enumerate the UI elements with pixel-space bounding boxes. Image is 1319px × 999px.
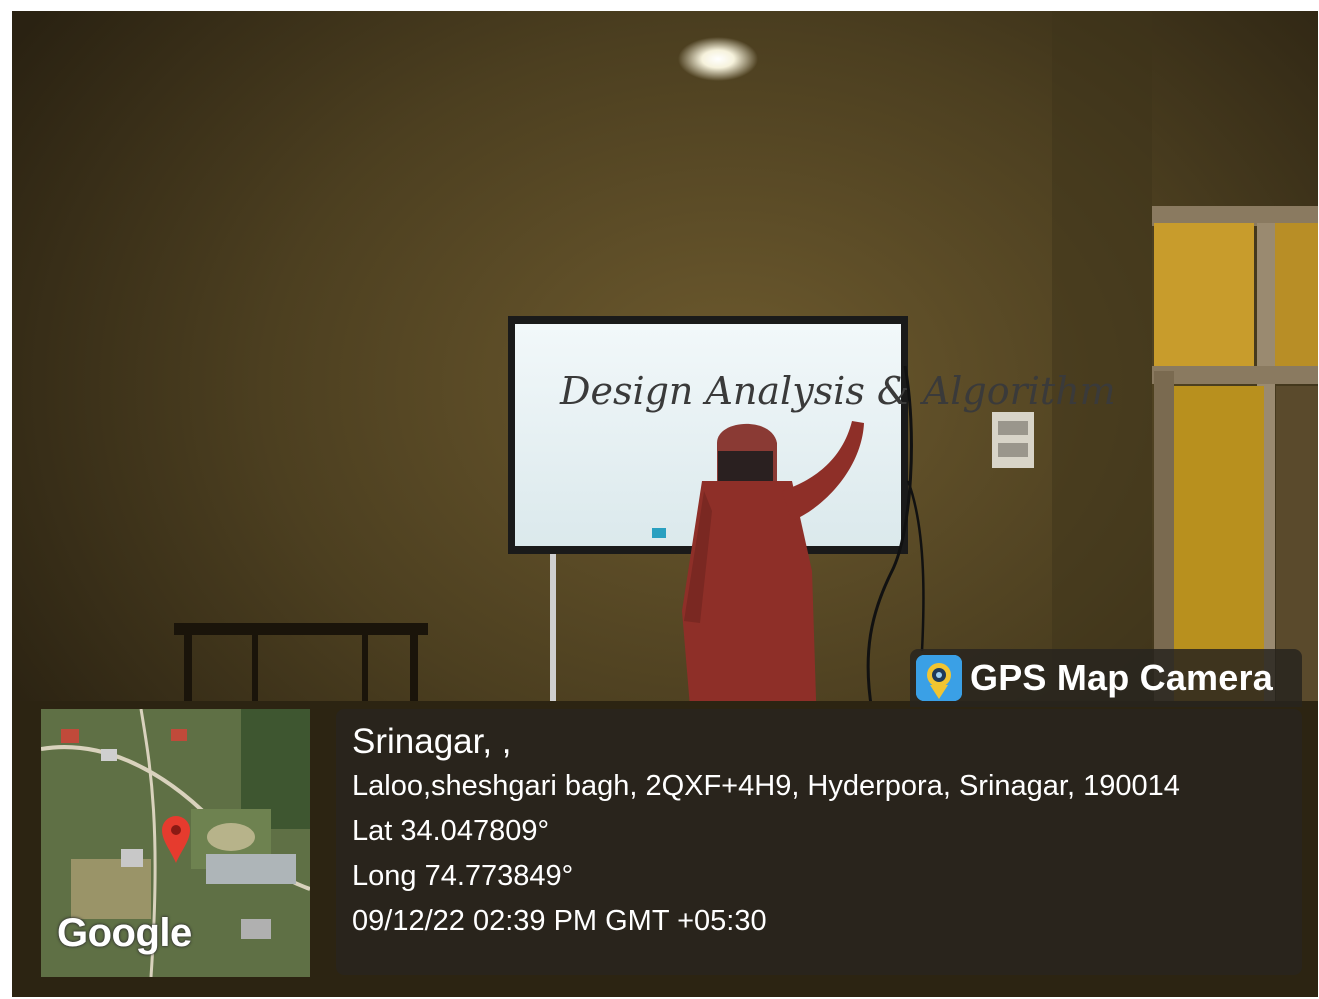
location-info: Srinagar, , Laloo,sheshgari bagh, 2QXF+4…	[352, 719, 1180, 944]
toolbar-pen	[652, 528, 666, 538]
door-frame-rail	[1152, 366, 1318, 384]
longitude-label: Long 74.773849°	[352, 860, 574, 892]
latitude-label: Lat 34.047809°	[352, 815, 550, 847]
map-pin-icon	[162, 816, 190, 863]
whiteboard-text: Design Analysis & Algorithm	[559, 369, 1116, 413]
window-pane-2	[1274, 223, 1318, 368]
camera-app-icon	[916, 655, 962, 701]
table-top	[174, 623, 428, 635]
ceiling-lamp	[678, 37, 758, 81]
brand-label: GPS Map Camera	[970, 657, 1273, 698]
gps-map-camera-badge: GPS Map Camera	[910, 649, 1302, 707]
switch-board	[992, 412, 1034, 468]
pillar	[1052, 11, 1152, 711]
city-label: Srinagar, ,	[352, 722, 512, 761]
datetime-label: 09/12/22 02:39 PM GMT +05:30	[352, 905, 767, 937]
photo: Design Analysis & Algorithm Google GPS M…	[12, 11, 1318, 997]
window-pane	[1154, 223, 1254, 368]
map-thumbnail[interactable]: Google	[41, 709, 310, 977]
google-logo: Google	[57, 911, 192, 955]
address-label: Laloo,sheshgari bagh, 2QXF+4H9, Hyderpor…	[352, 770, 1180, 802]
stand-pole	[550, 554, 556, 714]
